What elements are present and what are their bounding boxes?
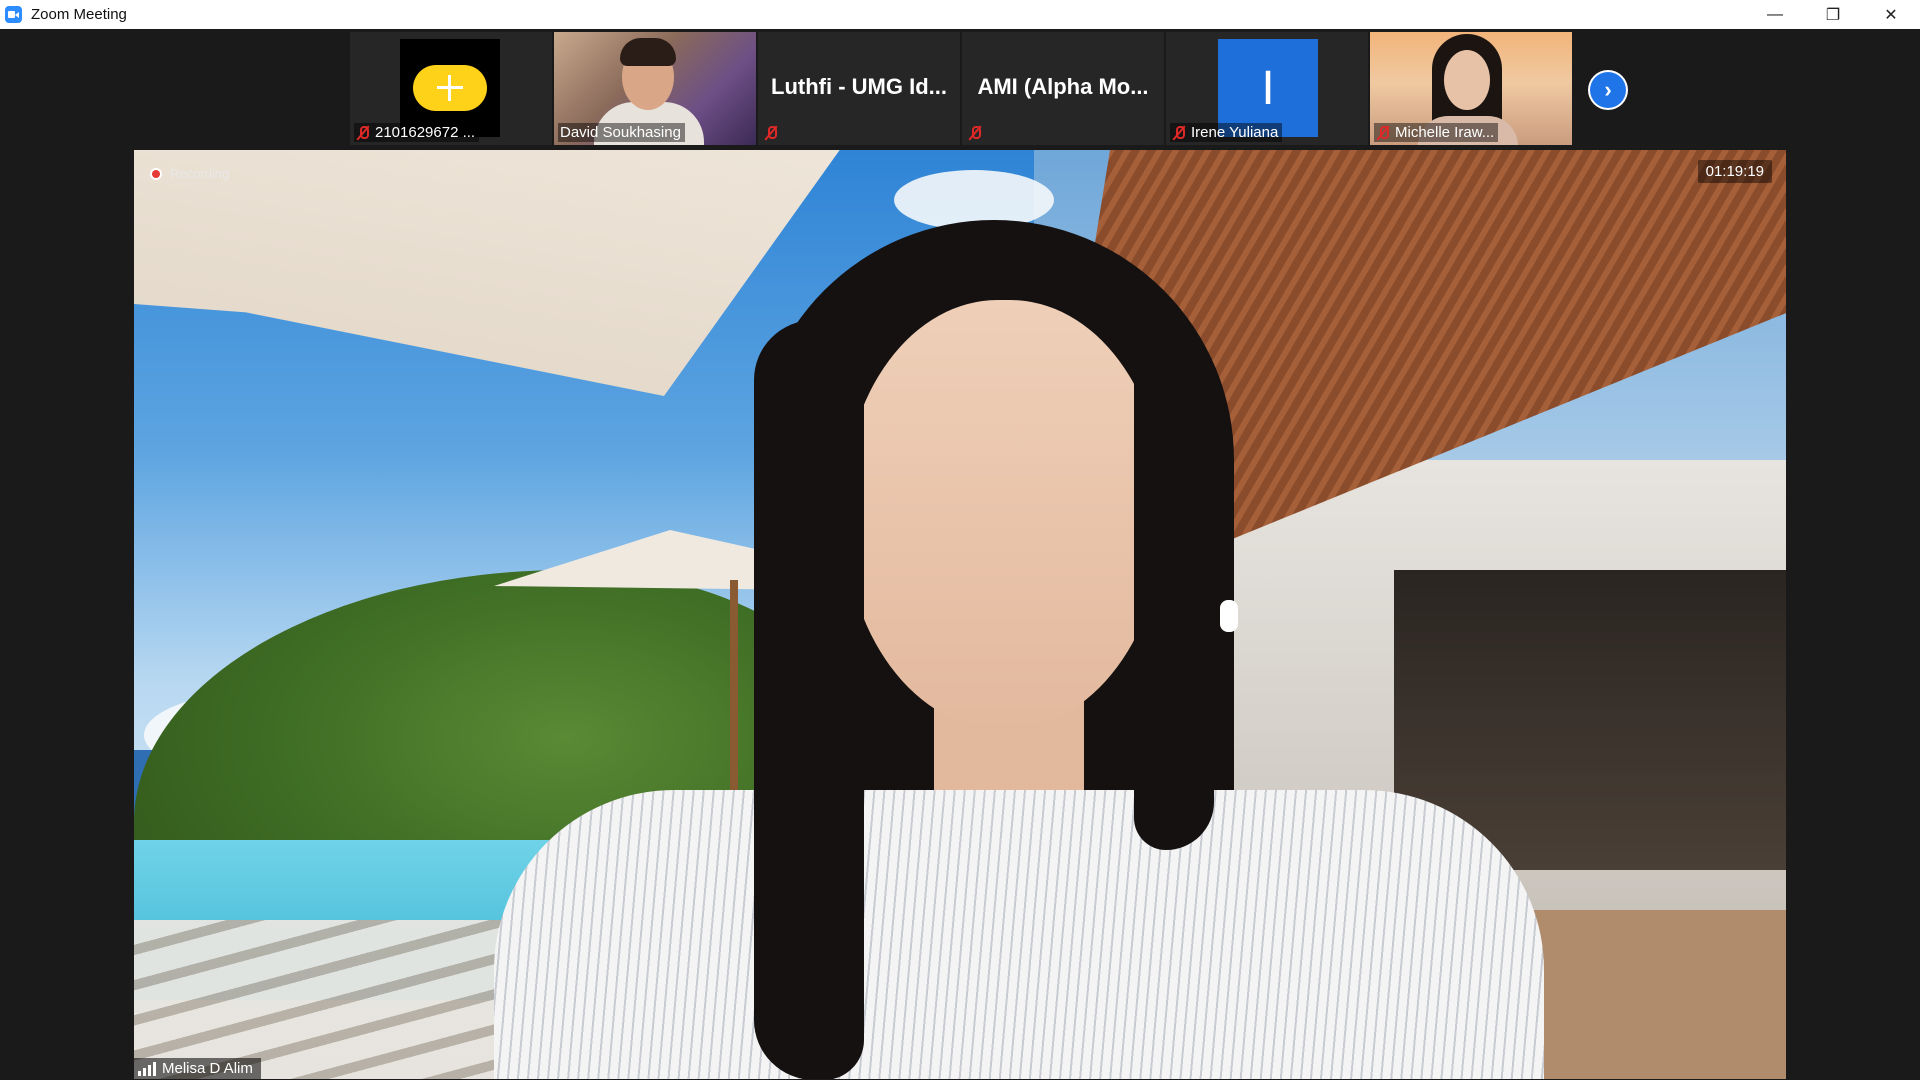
participant-tile[interactable]: 2101629672 ... xyxy=(350,32,552,145)
participant-tile[interactable]: David Soukhasing xyxy=(554,32,756,145)
participant-label: Michelle Iraw... xyxy=(1374,123,1499,142)
muted-mic-icon xyxy=(1376,125,1390,141)
participant-tile[interactable]: Michelle Iraw... xyxy=(1370,32,1572,145)
zoom-app-icon xyxy=(5,6,22,23)
recording-icon xyxy=(150,167,162,180)
muted-mic-icon xyxy=(968,125,982,141)
participant-name-display: AMI (Alpha Mo... xyxy=(977,74,1149,99)
participant-tile[interactable]: I Irene Yuliana xyxy=(1166,32,1368,145)
participant-label: 2101629672 ... xyxy=(354,123,480,142)
recording-label: Recording xyxy=(170,166,230,181)
participant-label xyxy=(966,124,986,142)
participant-name-display: Luthfi - UMG Id... xyxy=(771,74,947,99)
muted-mic-icon xyxy=(764,125,778,141)
signal-strength-icon xyxy=(138,1061,156,1076)
title-bar: Zoom Meeting — ❐ ✕ xyxy=(0,0,1920,29)
next-page-button[interactable]: › xyxy=(1588,70,1628,110)
muted-mic-icon xyxy=(1172,125,1186,141)
plus-avatar-icon xyxy=(413,65,487,111)
participant-name: 2101629672 ... xyxy=(375,124,476,141)
close-button[interactable]: ✕ xyxy=(1862,0,1920,29)
participant-tile[interactable]: AMI (Alpha Mo... xyxy=(962,32,1164,145)
participant-name: Michelle Iraw... xyxy=(1395,124,1495,141)
restore-button[interactable]: ❐ xyxy=(1804,0,1862,29)
participant-label: Irene Yuliana xyxy=(1170,123,1283,142)
window-title: Zoom Meeting xyxy=(31,6,127,23)
active-speaker-video: Recording 01:19:19 Melisa D Alim xyxy=(134,150,1786,1079)
speaker-name: Melisa D Alim xyxy=(162,1060,253,1077)
speaker-label: Melisa D Alim xyxy=(134,1058,261,1079)
recording-indicator[interactable]: Recording xyxy=(150,166,229,181)
participant-strip: 2101629672 ... David Soukhasing Luthfi -… xyxy=(350,32,1572,145)
meeting-timer: 01:19:19 xyxy=(1697,160,1772,183)
participant-name: David Soukhasing xyxy=(560,124,681,141)
participant-tile[interactable]: Luthfi - UMG Id... xyxy=(758,32,960,145)
window-controls: — ❐ ✕ xyxy=(1746,0,1920,29)
muted-mic-icon xyxy=(356,125,370,141)
minimize-button[interactable]: — xyxy=(1746,0,1804,29)
participant-name: Irene Yuliana xyxy=(1191,124,1279,141)
participant-label: David Soukhasing xyxy=(558,123,685,142)
chevron-right-icon: › xyxy=(1590,72,1626,108)
participant-label xyxy=(762,124,782,142)
